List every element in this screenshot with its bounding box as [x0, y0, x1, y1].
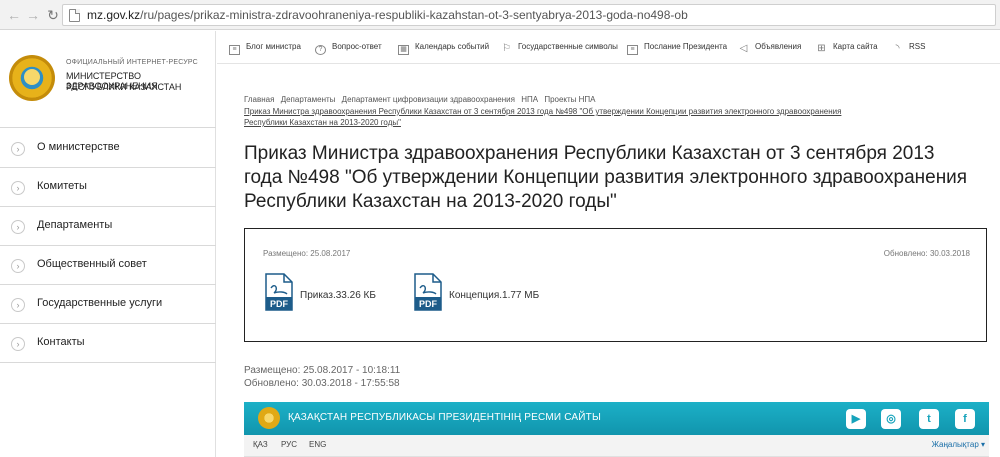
state-emblem-icon [258, 407, 280, 429]
attachments-card: Размещено: 25.08.2017 Обновлено: 30.03.2… [244, 228, 987, 342]
blog-icon: ≡ [229, 45, 240, 55]
back-arrow-icon[interactable]: ← [6, 7, 22, 23]
question-icon: ? [315, 45, 326, 55]
svg-text:PDF: PDF [419, 299, 438, 309]
banner-subbar: ҚАЗ РУС ENG Жаңалықтар ▾ [244, 435, 989, 457]
url-text[interactable]: mz.gov.kz/ru/pages/prikaz-ministra-zdrav… [87, 8, 688, 22]
lang-rus[interactable]: РУС [281, 440, 297, 449]
breadcrumb: Главная Департаменты Департамент цифрови… [244, 95, 600, 104]
topnav-sitemap-link[interactable]: ⊞ Карта сайта [816, 42, 877, 54]
topnav-announcements-link[interactable]: ◁ Объявления [738, 42, 802, 54]
page-icon [69, 9, 80, 22]
sidebar-item-committees[interactable]: › Комитеты [0, 168, 216, 207]
logo-title-line2: РЕСПУБЛИКИ КАЗАХСТАН [66, 82, 182, 92]
sidebar-item-public-council[interactable]: › Общественный совет [0, 246, 216, 285]
youtube-icon[interactable]: ▶ [846, 409, 866, 429]
sidebar-item-label: Общественный совет [37, 258, 147, 270]
sidebar-item-departments[interactable]: › Департаменты [0, 207, 216, 246]
sidebar-item-label: О министерстве [37, 141, 120, 153]
state-emblem-icon [9, 55, 55, 101]
topnav-symbols-link[interactable]: ⚐ Государственные символы [501, 42, 618, 54]
chevron-right-icon: › [11, 259, 25, 273]
sidebar-item-label: Департаменты [37, 219, 113, 231]
sidebar-item-label: Контакты [37, 336, 85, 348]
file-name[interactable]: Концепция.1.77 МБ [449, 290, 539, 301]
meta-placed: Размещено: 25.08.2017 - 10:18:11 [244, 365, 401, 376]
chevron-right-icon: › [11, 220, 25, 234]
sitemap-icon: ⊞ [817, 43, 826, 54]
breadcrumb-home[interactable]: Главная [244, 95, 274, 104]
president-site-banner[interactable]: ҚАЗАҚСТАН РЕСПУБЛИКАСЫ ПРЕЗИДЕНТІНІҢ РЕС… [244, 402, 989, 435]
placed-date: Размещено: 25.08.2017 [263, 249, 351, 258]
flag-icon: ⚐ [502, 43, 511, 54]
news-dropdown[interactable]: Жаңалықтар ▾ [932, 440, 985, 449]
topnav-rss-link[interactable]: ◝ RSS [892, 42, 926, 54]
breadcrumb-npa-drafts[interactable]: Проекты НПА [544, 95, 595, 104]
chevron-right-icon: › [11, 337, 25, 351]
megaphone-icon: ◁ [739, 43, 748, 54]
site-logo[interactable]: ОФИЦИАЛЬНЫЙ ИНТЕРНЕТ-РЕСУРС МИНИСТЕРСТВО… [0, 31, 216, 128]
breadcrumb-departments[interactable]: Департаменты [281, 95, 336, 104]
lang-kaz[interactable]: ҚАЗ [253, 440, 268, 449]
rss-icon: ◝ [895, 43, 900, 54]
topnav-address-link[interactable]: ≡ Послание Президента [627, 42, 727, 55]
address-bar[interactable]: mz.gov.kz/ru/pages/prikaz-ministra-zdrav… [62, 4, 996, 26]
pdf-icon: PDF [414, 273, 442, 311]
reload-icon[interactable]: ↻ [45, 7, 61, 23]
sidebar-item-label: Государственные услуги [37, 297, 163, 309]
logo-caption: ОФИЦИАЛЬНЫЙ ИНТЕРНЕТ-РЕСУРС [66, 59, 198, 66]
svg-text:PDF: PDF [270, 299, 289, 309]
banner-title: ҚАЗАҚСТАН РЕСПУБЛИКАСЫ ПРЕЗИДЕНТІНІҢ РЕС… [288, 412, 602, 423]
chevron-right-icon: › [11, 142, 25, 156]
facebook-icon[interactable]: f [955, 409, 975, 429]
page-title: Приказ Министра здравоохранения Республи… [244, 143, 968, 212]
instagram-icon[interactable]: ◎ [881, 409, 901, 429]
breadcrumb-current[interactable]: Приказ Министра здравоохранения Республи… [244, 106, 884, 128]
updated-date: Обновлено: 30.03.2018 [883, 249, 970, 258]
document-icon: ≡ [627, 45, 638, 55]
pdf-icon: PDF [265, 273, 293, 311]
sidebar-item-public-services[interactable]: › Государственные услуги [0, 285, 216, 324]
breadcrumb-digital-dept[interactable]: Департамент цифровизации здравоохранения [342, 95, 515, 104]
chevron-right-icon: › [11, 298, 25, 312]
topnav-blog-link[interactable]: ≡ Блог министра [229, 42, 301, 55]
breadcrumb-npa[interactable]: НПА [521, 95, 538, 104]
topnav-faq-link[interactable]: ? Вопрос-ответ [315, 42, 382, 55]
lang-eng[interactable]: ENG [309, 440, 326, 449]
twitter-icon[interactable]: t [919, 409, 939, 429]
calendar-icon: ▦ [398, 45, 409, 55]
sidebar: ОФИЦИАЛЬНЫЙ ИНТЕРНЕТ-РЕСУРС МИНИСТЕРСТВО… [0, 31, 216, 457]
sidebar-item-label: Комитеты [37, 180, 87, 192]
sidebar-item-contacts[interactable]: › Контакты [0, 324, 216, 363]
topnav-calendar-link[interactable]: ▦ Календарь событий [398, 42, 489, 55]
chevron-right-icon: › [11, 181, 25, 195]
browser-toolbar: ← → ↻ mz.gov.kz/ru/pages/prikaz-ministra… [0, 0, 1000, 30]
sidebar-item-ministry[interactable]: › О министерстве [0, 129, 216, 168]
meta-updated: Обновлено: 30.03.2018 - 17:55:58 [244, 378, 400, 389]
top-nav: ≡ Блог министра ? Вопрос-ответ ▦ Календарь … [217, 31, 1000, 64]
forward-arrow-icon[interactable]: → [25, 7, 41, 23]
file-name[interactable]: Приказ.33.26 КБ [300, 290, 376, 301]
